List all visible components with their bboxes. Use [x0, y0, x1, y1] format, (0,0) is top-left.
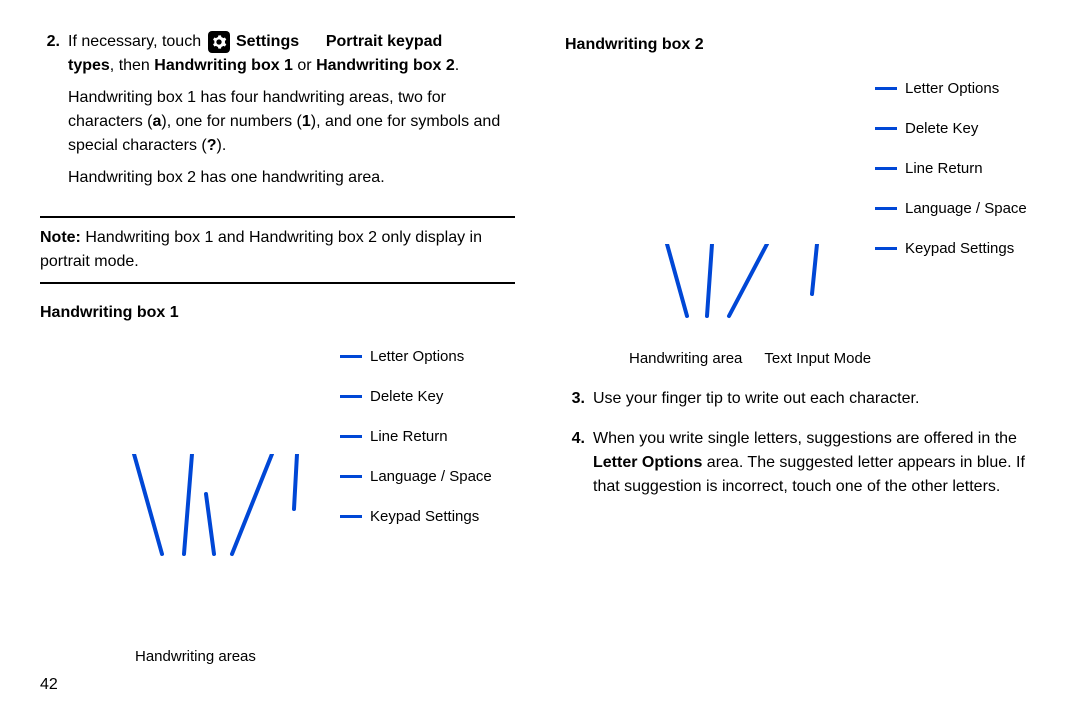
- diagram-hb1: Letter Options Delete Key Line Return La…: [70, 336, 515, 665]
- callout-letter-options: Letter Options: [340, 336, 515, 376]
- callout-label: Delete Key: [370, 388, 443, 405]
- callout-delete-key: Delete Key: [875, 108, 1040, 148]
- gear-icon: [208, 31, 230, 53]
- text: Handwriting box 2: [316, 57, 455, 74]
- leader-line: [875, 127, 897, 130]
- step-body: If necessary, touch Settings Portrait ke…: [68, 30, 515, 198]
- text: , then: [110, 57, 154, 74]
- step-number: 4.: [565, 427, 593, 507]
- callout-label: Language / Space: [370, 468, 492, 485]
- note-text: Handwriting box 1 and Handwriting box 2 …: [40, 229, 482, 270]
- step-number: 2.: [40, 30, 68, 198]
- leader-line: [875, 87, 897, 90]
- text: types: [68, 57, 110, 74]
- step-body: Use your finger tip to write out each ch…: [593, 387, 1040, 419]
- handwriting-box-1-title: Handwriting box 1: [40, 304, 515, 322]
- leader-line: [875, 207, 897, 210]
- step-number: 3.: [565, 387, 593, 419]
- text: ).: [217, 137, 227, 154]
- leader-line: [875, 247, 897, 250]
- leader-line: [340, 395, 362, 398]
- callout-label: Line Return: [905, 160, 983, 177]
- diagram-hb2: Letter Options Delete Key Line Return La…: [595, 68, 1040, 367]
- leader-line: [340, 435, 362, 438]
- diagram-bottom-label: Text Input Mode: [764, 350, 871, 367]
- callout-line-return: Line Return: [875, 148, 1040, 188]
- text: Handwriting box 2 has one handwriting ar…: [68, 166, 515, 190]
- step-2: 2. If necessary, touch Settings Portrait…: [40, 30, 515, 198]
- callout-label: Letter Options: [905, 80, 999, 97]
- callout-label: Language / Space: [905, 200, 1027, 217]
- callout-label: Keypad Settings: [905, 240, 1014, 257]
- callout-label: Line Return: [370, 428, 448, 445]
- callout-keypad-settings: Keypad Settings: [875, 228, 1040, 268]
- text: or: [293, 57, 316, 74]
- leader-line: [875, 167, 897, 170]
- text: 1: [302, 113, 311, 130]
- letter-options-label: Letter Options: [593, 454, 702, 471]
- leader-line: [340, 475, 362, 478]
- callout-delete-key: Delete Key: [340, 376, 515, 416]
- text: .: [455, 57, 459, 74]
- callout-keypad-settings: Keypad Settings: [340, 496, 515, 536]
- callout-label: Delete Key: [905, 120, 978, 137]
- settings-label: Settings: [236, 33, 299, 50]
- text: ?: [207, 137, 217, 154]
- text: If necessary, touch: [68, 33, 206, 50]
- page-number: 42: [40, 676, 515, 694]
- diagram-bottom-label: Handwriting areas: [135, 648, 256, 665]
- handwriting-box-2-title: Handwriting box 2: [565, 36, 1040, 54]
- note-block: Note: Handwriting box 1 and Handwriting …: [40, 216, 515, 284]
- diagram-bottom-label: Handwriting area: [629, 350, 742, 367]
- step-body: When you write single letters, suggestio…: [593, 427, 1040, 507]
- step-4: 4. When you write single letters, sugges…: [565, 427, 1040, 507]
- callout-letter-options: Letter Options: [875, 68, 1040, 108]
- note-label: Note:: [40, 229, 81, 246]
- text: Use your finger tip to write out each ch…: [593, 387, 1040, 411]
- callout-label: Keypad Settings: [370, 508, 479, 525]
- callout-label: Letter Options: [370, 348, 464, 365]
- portrait-keypad-label: Portrait keypad: [326, 33, 442, 50]
- text: When you write single letters, suggestio…: [593, 430, 1017, 447]
- text: ), one for numbers (: [161, 113, 302, 130]
- callout-line-return: Line Return: [340, 416, 515, 456]
- callout-language-space: Language / Space: [340, 456, 515, 496]
- step-3: 3. Use your finger tip to write out each…: [565, 387, 1040, 419]
- callout-language-space: Language / Space: [875, 188, 1040, 228]
- text: Handwriting box 1: [154, 57, 293, 74]
- leader-line: [340, 355, 362, 358]
- leader-line: [340, 515, 362, 518]
